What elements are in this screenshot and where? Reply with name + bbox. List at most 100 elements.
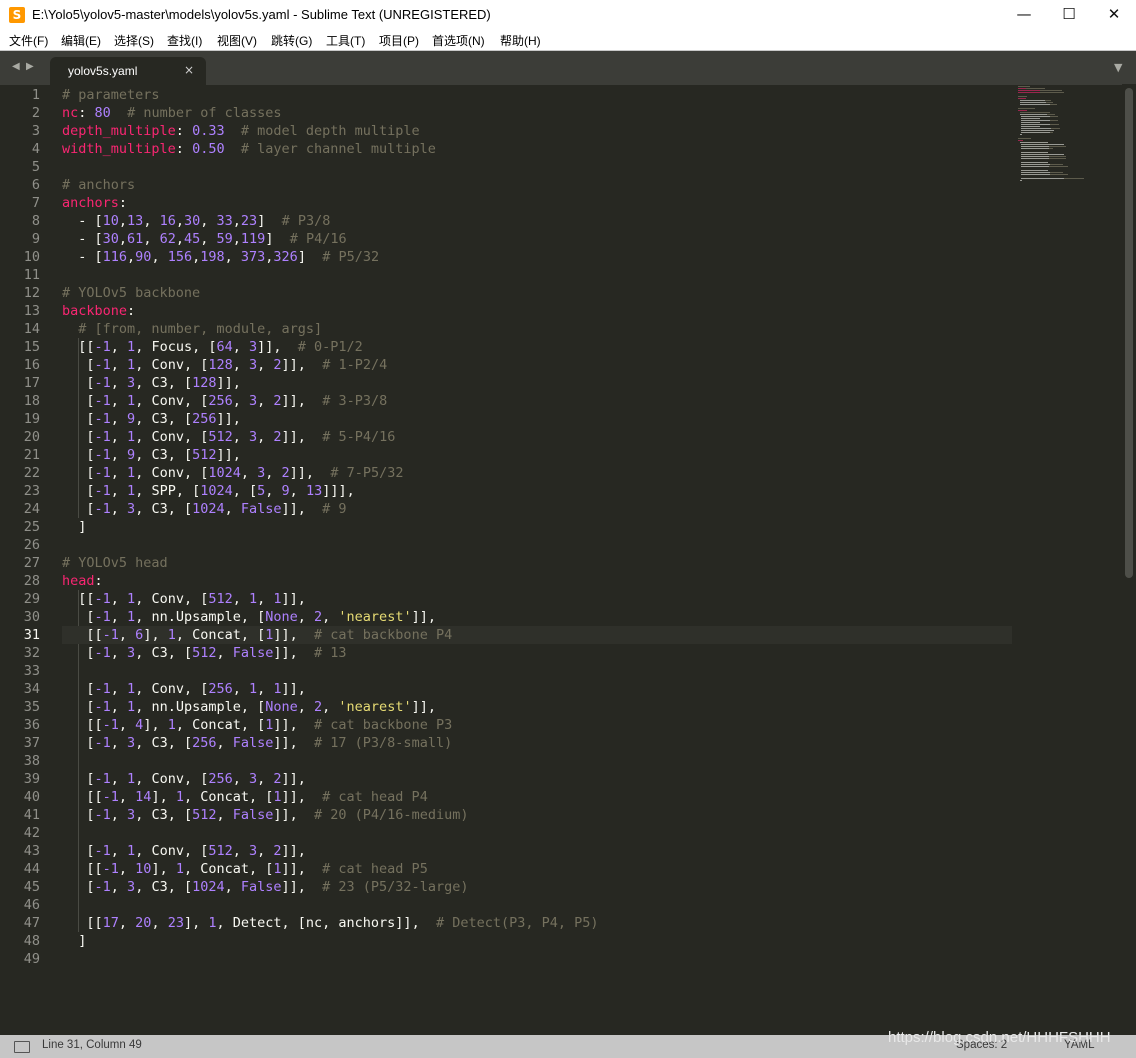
menu-find[interactable]: 查找(I) [167, 32, 202, 49]
editor-area[interactable]: 1 2 3 4 5 6 7 8 9 10 11 12 13 14 15 16 17 18 19 20 21 22 23 24 2… [0, 84, 1136, 1035]
minimap-line [1021, 126, 1040, 127]
line-number: 30 [23, 609, 40, 625]
tab-forward-icon[interactable]: ▶ [26, 61, 34, 72]
code-line[interactable]: [-1, 3, C3, [1024, False]], # 9 [62, 500, 1012, 518]
code-line[interactable]: [-1, 1, Conv, [512, 3, 2]], # 5-P4/16 [62, 428, 1012, 446]
code-line[interactable]: [-1, 3, C3, [256, False]], # 17 (P3/8-sm… [62, 734, 1012, 752]
code-line[interactable]: [-1, 1, Conv, [128, 3, 2]], # 1-P2/4 [62, 356, 1012, 374]
code-line[interactable]: [-1, 1, SPP, [1024, [5, 9, 13]]], [62, 482, 1012, 500]
code-line[interactable]: - [116,90, 156,198, 373,326] # P5/32 [62, 248, 1012, 266]
minimap-line [1020, 104, 1050, 105]
minimap-line [1021, 152, 1048, 153]
minimap[interactable] [1012, 84, 1122, 204]
tab-back-icon[interactable]: ◀ [12, 61, 20, 72]
code-line[interactable] [62, 824, 1012, 842]
code-line[interactable]: anchors: [62, 194, 1012, 212]
tab-yolov5s-yaml[interactable]: yolov5s.yaml × [50, 57, 206, 85]
line-number: 42 [23, 825, 40, 841]
code-line[interactable]: width_multiple: 0.50 # layer channel mul… [62, 140, 1012, 158]
code-line[interactable]: # YOLOv5 backbone [62, 284, 1012, 302]
code-line[interactable] [62, 752, 1012, 770]
code-line[interactable]: ] [62, 932, 1012, 950]
code-line[interactable]: - [30,61, 62,45, 59,119] # P4/16 [62, 230, 1012, 248]
panel-toggle-icon[interactable] [14, 1041, 30, 1053]
code-line[interactable]: [-1, 1, Conv, [256, 3, 2]], [62, 770, 1012, 788]
code-line[interactable]: [-1, 1, Conv, [1024, 3, 2]], # 7-P5/32 [62, 464, 1012, 482]
vertical-scrollbar[interactable] [1122, 84, 1136, 1035]
code-line[interactable]: [-1, 3, C3, [1024, False]], # 23 (P5/32-… [62, 878, 1012, 896]
minimap-comment [1050, 174, 1068, 175]
code-line[interactable]: backbone: [62, 302, 1012, 320]
menu-edit[interactable]: 编辑(E) [61, 32, 101, 49]
tab-close-icon[interactable]: × [184, 63, 194, 77]
code-line[interactable]: # parameters [62, 86, 1012, 104]
menu-project[interactable]: 项目(P) [379, 32, 419, 49]
code-line[interactable]: [-1, 3, C3, [512, False]], # 13 [62, 644, 1012, 662]
code-line[interactable]: [-1, 3, C3, [512, False]], # 20 (P4/16-m… [62, 806, 1012, 824]
minimap-line [1021, 154, 1064, 155]
tab-label: yolov5s.yaml [68, 64, 138, 78]
code-line[interactable] [62, 950, 1012, 968]
minimap-line [1020, 142, 1048, 143]
line-number: 15 [23, 339, 40, 355]
code-line[interactable]: [[-1, 4], 1, Concat, [1]], # cat backbon… [62, 716, 1012, 734]
scrollbar-thumb[interactable] [1125, 88, 1133, 578]
code-line[interactable]: [-1, 1, Conv, [256, 1, 1]], [62, 680, 1012, 698]
code-line[interactable]: [-1, 1, nn.Upsample, [None, 2, 'nearest'… [62, 698, 1012, 716]
code-line[interactable]: [-1, 9, C3, [256]], [62, 410, 1012, 428]
menu-file[interactable]: 文件(F) [9, 32, 48, 49]
code-line[interactable]: [[-1, 10], 1, Concat, [1]], # cat head P… [62, 860, 1012, 878]
line-number: 23 [23, 483, 40, 499]
code-line[interactable] [62, 896, 1012, 914]
minimap-line [1021, 130, 1054, 131]
cursor-position: Line 31, Column 49 [42, 1039, 142, 1051]
code-line[interactable]: head: [62, 572, 1012, 590]
menu-goto[interactable]: 跳转(G) [271, 32, 312, 49]
code-line[interactable] [62, 158, 1012, 176]
minimap-line [1021, 118, 1040, 119]
code-line[interactable]: [[-1, 1, Focus, [64, 3]], # 0-P1/2 [62, 338, 1012, 356]
minimap-comment [1064, 178, 1084, 179]
code-line[interactable] [62, 266, 1012, 284]
minimap-comment [1050, 132, 1053, 133]
code-line[interactable]: nc: 80 # number of classes [62, 104, 1012, 122]
line-number: 34 [23, 681, 40, 697]
code-line[interactable]: # anchors [62, 176, 1012, 194]
code-line[interactable]: [-1, 1, Conv, [256, 3, 2]], # 3-P3/8 [62, 392, 1012, 410]
menu-selection[interactable]: 选择(S) [114, 32, 154, 49]
code-line[interactable]: [-1, 1, nn.Upsample, [None, 2, 'nearest'… [62, 608, 1012, 626]
code-line[interactable]: [-1, 9, C3, [512]], [62, 446, 1012, 464]
code-line[interactable]: [[-1, 6], 1, Concat, [1]], # cat backbon… [62, 626, 1012, 644]
menu-view[interactable]: 视图(V) [217, 32, 257, 49]
line-number: 28 [23, 573, 40, 589]
code-line[interactable]: [[-1, 1, Conv, [512, 1, 1]], [62, 590, 1012, 608]
menu-preferences[interactable]: 首选项(N) [432, 32, 485, 49]
minimap-line [1021, 172, 1050, 173]
code-line[interactable]: depth_multiple: 0.33 # model depth multi… [62, 122, 1012, 140]
window-title: E:\Yolo5\yolov5-master\models\yolov5s.ya… [32, 7, 491, 22]
code-line[interactable] [62, 662, 1012, 680]
minimap-comment [1046, 102, 1053, 103]
minimap-line [1020, 100, 1045, 101]
menu-help[interactable]: 帮助(H) [500, 32, 541, 49]
code-line[interactable] [62, 536, 1012, 554]
tab-dropdown-icon[interactable]: ▼ [1114, 61, 1122, 74]
line-number-gutter: 1 2 3 4 5 6 7 8 9 10 11 12 13 14 15 16 17 18 19 20 21 22 23 24 2… [0, 86, 40, 968]
minimap-comment [1051, 128, 1060, 129]
code-line[interactable]: [[-1, 14], 1, Concat, [1]], # cat head P… [62, 788, 1012, 806]
code-line[interactable]: - [10,13, 16,30, 33,23] # P3/8 [62, 212, 1012, 230]
code-line[interactable]: [-1, 1, Conv, [512, 3, 2]], [62, 842, 1012, 860]
maximize-button[interactable]: ☐ [1046, 0, 1092, 30]
code-line[interactable]: [[17, 20, 23], 1, Detect, [nc, anchors]]… [62, 914, 1012, 932]
code-text-area[interactable]: # parameters nc: 80 # number of classes de… [62, 86, 1012, 968]
close-window-button[interactable]: ✕ [1091, 0, 1136, 30]
code-line[interactable]: # [from, number, module, args] [62, 320, 1012, 338]
menu-tools[interactable]: 工具(T) [326, 32, 365, 49]
title-bar: S E:\Yolo5\yolov5-master\models\yolov5s.… [0, 0, 1136, 30]
minimize-button[interactable]: — [1001, 0, 1047, 30]
code-line[interactable]: [-1, 3, C3, [128]], [62, 374, 1012, 392]
code-line[interactable]: ] [62, 518, 1012, 536]
line-number: 5 [31, 159, 40, 175]
code-line[interactable]: # YOLOv5 head [62, 554, 1012, 572]
line-number: 20 [23, 429, 40, 445]
